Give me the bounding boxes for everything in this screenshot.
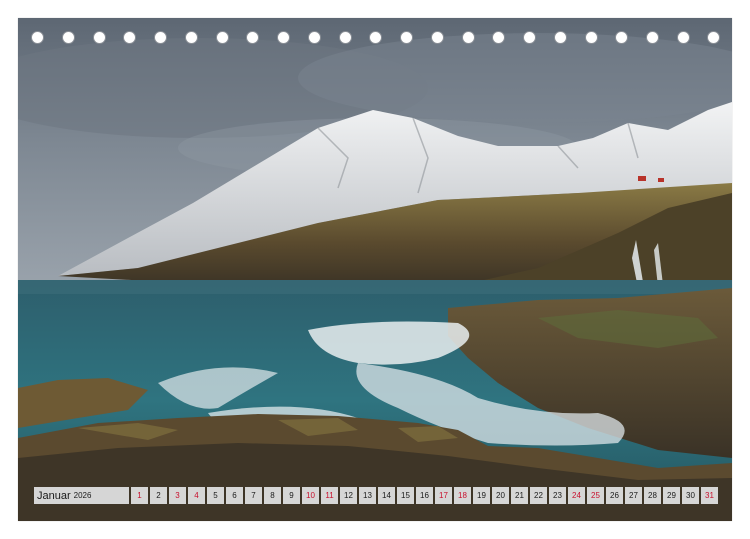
binding-hole (400, 31, 413, 44)
binding-hole (431, 31, 444, 44)
day-cell: 27 (625, 487, 642, 504)
binding-hole (615, 31, 628, 44)
day-cell: 4 (188, 487, 205, 504)
day-cell: 1 (131, 487, 148, 504)
binding-hole (308, 31, 321, 44)
landscape-photo (18, 18, 732, 521)
binding-hole (677, 31, 690, 44)
day-cell: 5 (207, 487, 224, 504)
month-year: 2026 (73, 491, 92, 500)
binding-hole (185, 31, 198, 44)
binding-hole (492, 31, 505, 44)
day-cell: 6 (226, 487, 243, 504)
day-cell: 8 (264, 487, 281, 504)
month-name: Januar (37, 489, 71, 502)
day-cell: 22 (530, 487, 547, 504)
day-cell: 17 (435, 487, 452, 504)
month-label-box: Januar 2026 (34, 487, 129, 504)
binding-hole (123, 31, 136, 44)
day-cell: 23 (549, 487, 566, 504)
binding-hole (216, 31, 229, 44)
binding-hole (462, 31, 475, 44)
day-cell: 30 (682, 487, 699, 504)
day-cell: 9 (283, 487, 300, 504)
calendar-strip: Januar 2026 1 2 3 4 5 6 7 8 9 10 11 12 13 14 15 16 17 18 1… (34, 487, 718, 504)
day-cell: 3 (169, 487, 186, 504)
binding-hole (277, 31, 290, 44)
day-cell: 15 (397, 487, 414, 504)
calendar-page: Januar 2026 1 2 3 4 5 6 7 8 9 10 11 12 13 14 15 16 17 18 1… (0, 0, 750, 539)
day-cell: 16 (416, 487, 433, 504)
binding-hole (31, 31, 44, 44)
day-cell: 10 (302, 487, 319, 504)
day-cell: 14 (378, 487, 395, 504)
binding-hole (246, 31, 259, 44)
day-cell: 31 (701, 487, 718, 504)
binding-hole (585, 31, 598, 44)
day-cell: 20 (492, 487, 509, 504)
binding-hole (93, 31, 106, 44)
day-cell: 13 (359, 487, 376, 504)
binding-holes (0, 31, 750, 49)
day-cell: 11 (321, 487, 338, 504)
binding-hole (523, 31, 536, 44)
day-cell: 2 (150, 487, 167, 504)
binding-hole (646, 31, 659, 44)
day-cell: 18 (454, 487, 471, 504)
binding-hole (554, 31, 567, 44)
binding-hole (339, 31, 352, 44)
day-cell: 24 (568, 487, 585, 504)
day-cell: 19 (473, 487, 490, 504)
day-cell: 21 (511, 487, 528, 504)
binding-hole (369, 31, 382, 44)
day-cell: 29 (663, 487, 680, 504)
day-cell: 7 (245, 487, 262, 504)
day-cell: 25 (587, 487, 604, 504)
binding-hole (62, 31, 75, 44)
binding-hole (707, 31, 720, 44)
day-cell: 28 (644, 487, 661, 504)
binding-hole (154, 31, 167, 44)
day-cell: 12 (340, 487, 357, 504)
day-cell: 26 (606, 487, 623, 504)
